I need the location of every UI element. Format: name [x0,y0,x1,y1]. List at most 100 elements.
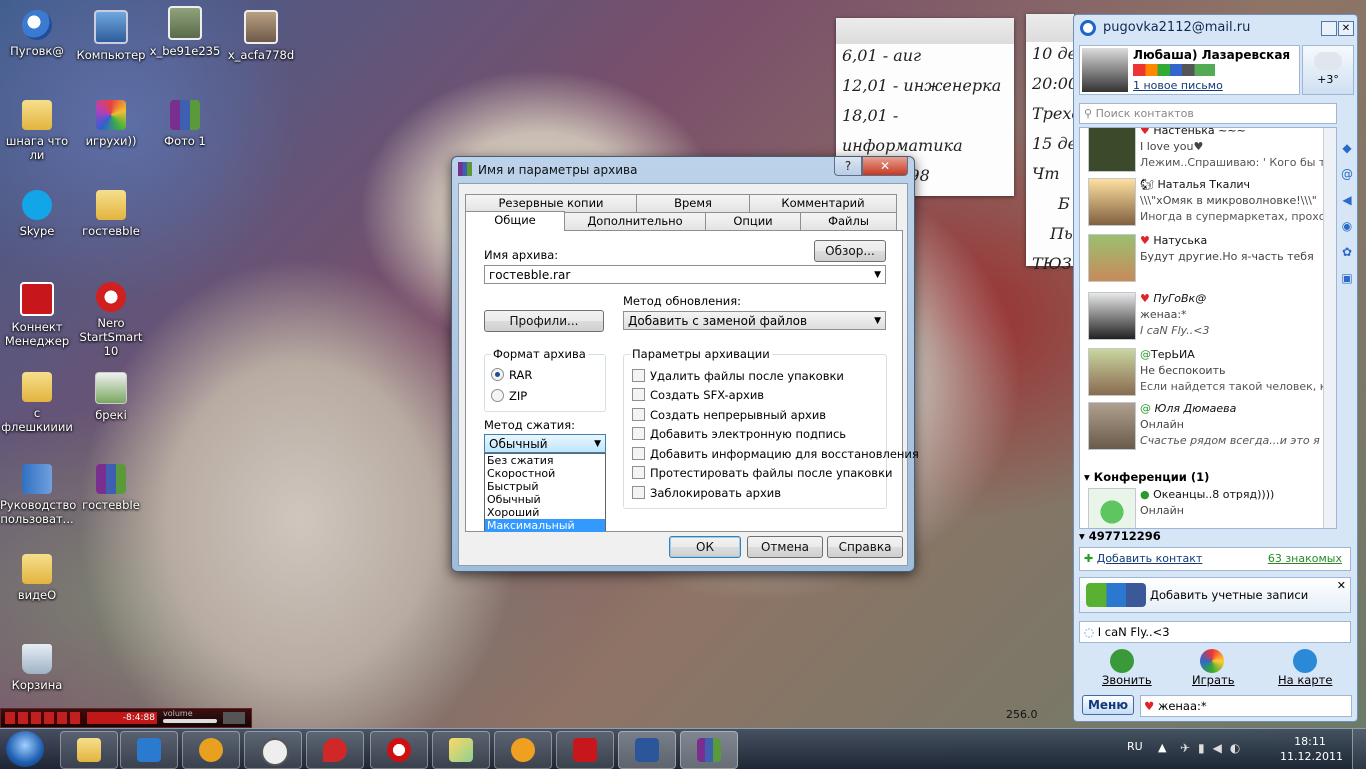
apps-side-icon[interactable]: ✿ [1340,239,1354,265]
map-action[interactable]: На карте [1278,649,1332,687]
menu-button[interactable]: Меню [1082,695,1134,715]
close-button[interactable]: ✕ [862,157,908,176]
lock-checkbox[interactable]: Заблокировать архив [632,486,781,500]
compression-option[interactable]: Скоростной [485,467,605,480]
desktop-icon-photo2[interactable]: x_acfa778d [224,10,298,62]
desktop-icon-recycle[interactable]: Корзина [0,644,74,692]
player-window-buttons[interactable] [223,712,245,724]
taskbar-mail-agent[interactable] [494,731,552,769]
desktop-icon-foto1[interactable]: Фото 1 [148,100,222,148]
tab-time[interactable]: Время [636,194,750,212]
desktop-icon-skype[interactable]: Skype [0,190,74,238]
contact-item[interactable]: @ Юля Дюмаева Онлайн Счастье рядом всегд… [1086,400,1336,454]
start-button[interactable] [6,731,44,767]
compression-option[interactable]: Обычный [485,493,605,506]
taskbar-opera[interactable] [370,731,428,769]
compression-select[interactable]: Обычный ▼ [484,434,606,453]
compression-option-highlighted[interactable]: Максимальный [485,519,605,532]
add-contact-link[interactable]: Добавить контакт [1097,552,1203,565]
mail-side-icon[interactable]: @ [1340,161,1354,187]
tray-icons[interactable]: ✈▮◀◐ [1180,741,1270,755]
tab-backup[interactable]: Резервные копии [465,194,637,212]
taskbar-winrar[interactable] [680,731,738,769]
conferences-group-header[interactable]: ▾ Конференции (1) [1084,470,1209,484]
cancel-button[interactable]: Отмена [747,536,823,558]
status-selector[interactable]: ♥ женаа:* [1140,695,1352,717]
browse-button[interactable]: Обзор... [814,240,886,262]
desktop-icon-video[interactable]: видеO [0,554,74,602]
taskbar-explorer[interactable] [60,731,118,769]
status-message-field[interactable]: ◌ I caN Fly..<3 [1079,621,1351,643]
help-title-button[interactable]: ? [834,157,862,176]
minimize-button[interactable] [1321,21,1337,36]
show-desktop-button[interactable] [1352,729,1366,769]
delete-after-checkbox[interactable]: Удалить файлы после упаковки [632,369,844,383]
format-zip-radio[interactable]: ZIP [491,389,527,403]
taskbar-aimp[interactable] [182,731,240,769]
playback-controls[interactable] [5,712,83,724]
clock[interactable]: 18:11 11.12.2011 [1280,734,1343,764]
contact-list-scrollbar[interactable] [1323,128,1336,528]
contact-item[interactable]: ♥ ПуГоВк@ женаа:* I caN Fly..<3 [1086,290,1336,344]
contact-search-input[interactable]: ⚲ Поиск контактов [1079,103,1337,124]
services-icon-strip[interactable] [1133,64,1215,76]
tab-options[interactable]: Опции [705,212,801,230]
close-icon[interactable]: ✕ [1337,579,1346,592]
new-mail-link[interactable]: 1 новое письмо [1133,79,1223,92]
help-button[interactable]: Справка [827,536,903,558]
desktop-icon-gostevie-folder[interactable]: гостевbIe [74,190,148,238]
taskbar-clock[interactable] [244,731,302,769]
contact-item[interactable]: @ТерЬИА Не беспокоить Если найдется тако… [1086,346,1336,400]
compression-option[interactable]: Быстрый [485,480,605,493]
group-header[interactable]: ▾ 497712296 [1079,529,1349,543]
avatar[interactable] [1082,48,1128,92]
folder-side-icon[interactable]: ▣ [1340,265,1354,291]
play-action[interactable]: Играть [1192,649,1234,687]
call-action[interactable]: Звонить [1102,649,1152,687]
signature-checkbox[interactable]: Добавить электронную подпись [632,427,846,441]
desktop-icon-shnaga[interactable]: шнага что ли [0,100,74,162]
desktop-icon-fleshki[interactable]: с флешкииии [0,372,74,434]
taskbar-pin[interactable] [306,731,364,769]
desktop-icon-manual[interactable]: Руководство пользоват... [0,464,76,526]
desktop-icon-photo1[interactable]: x_be91e235 [148,6,222,58]
tab-comment[interactable]: Комментарий [749,194,897,212]
profiles-button[interactable]: Профили... [484,310,604,332]
sound-side-icon[interactable]: ◀ [1340,187,1354,213]
taskbar-notes[interactable] [432,731,490,769]
archive-name-field[interactable]: гостевbIe.rar ▼ [484,265,886,284]
sfx-checkbox[interactable]: Создать SFX-архив [632,388,764,402]
contact-item[interactable]: ♥ Настенька ~~~ I love you♥ Лежим..Спраш… [1086,128,1336,176]
contact-item[interactable]: 🐿 Наталья Ткалич \\\"хОмяк в микроволнов… [1086,176,1336,230]
desktop-icon-gostevie-rar[interactable]: гостевbIe [74,464,148,512]
compression-option[interactable]: Без сжатия [485,454,605,467]
sticky-note-2[interactable]: 10 де 20:00 Трехо 15 де Чт Б Пь ТЮЗ [1026,14,1074,273]
volume-slider[interactable] [163,719,217,723]
contact-item[interactable]: ♥ Натуська Будут другие.Но я-часть тебя [1086,232,1336,286]
desktop-icon-nero[interactable]: Nero StartSmart 10 [74,282,148,358]
desktop-icon-computer[interactable]: Компьютер [74,10,148,62]
recovery-checkbox[interactable]: Добавить информацию для восстановления [632,447,919,461]
desktop-icon-breki[interactable]: брекі [74,372,148,422]
desktop-icon-games[interactable]: игрухи)) [74,100,148,148]
tab-advanced[interactable]: Дополнительно [564,212,706,230]
conference-item[interactable]: ● Океанцы..8 отряд)))) Онлайн [1086,486,1336,528]
tab-general[interactable]: Общие [465,211,565,231]
test-checkbox[interactable]: Протестировать файлы после упаковки [632,466,893,480]
acquaintances-link[interactable]: 63 знакомых [1268,548,1342,570]
solid-checkbox[interactable]: Создать непрерывный архив [632,408,826,422]
show-hidden-icons[interactable]: ▲ [1158,741,1166,754]
desktop-icon-agent[interactable]: Пуговк@ [0,10,74,58]
weather-widget[interactable]: +3° [1302,45,1354,95]
add-accounts-banner[interactable]: Добавить учетные записи ✕ [1079,577,1351,613]
taskbar-media-center[interactable] [120,731,178,769]
format-rar-radio[interactable]: RAR [491,368,532,382]
taskbar-connect-manager[interactable] [556,731,614,769]
update-method-select[interactable]: Добавить с заменой файлов ▼ [623,311,886,330]
compression-option[interactable]: Хороший [485,506,605,519]
close-icon[interactable]: ✕ [1338,21,1354,36]
tab-files[interactable]: Файлы [800,212,897,230]
language-indicator[interactable]: RU [1127,740,1143,753]
games-side-icon[interactable]: ◉ [1340,213,1354,239]
contacts-side-icon[interactable]: ◆ [1340,135,1354,161]
